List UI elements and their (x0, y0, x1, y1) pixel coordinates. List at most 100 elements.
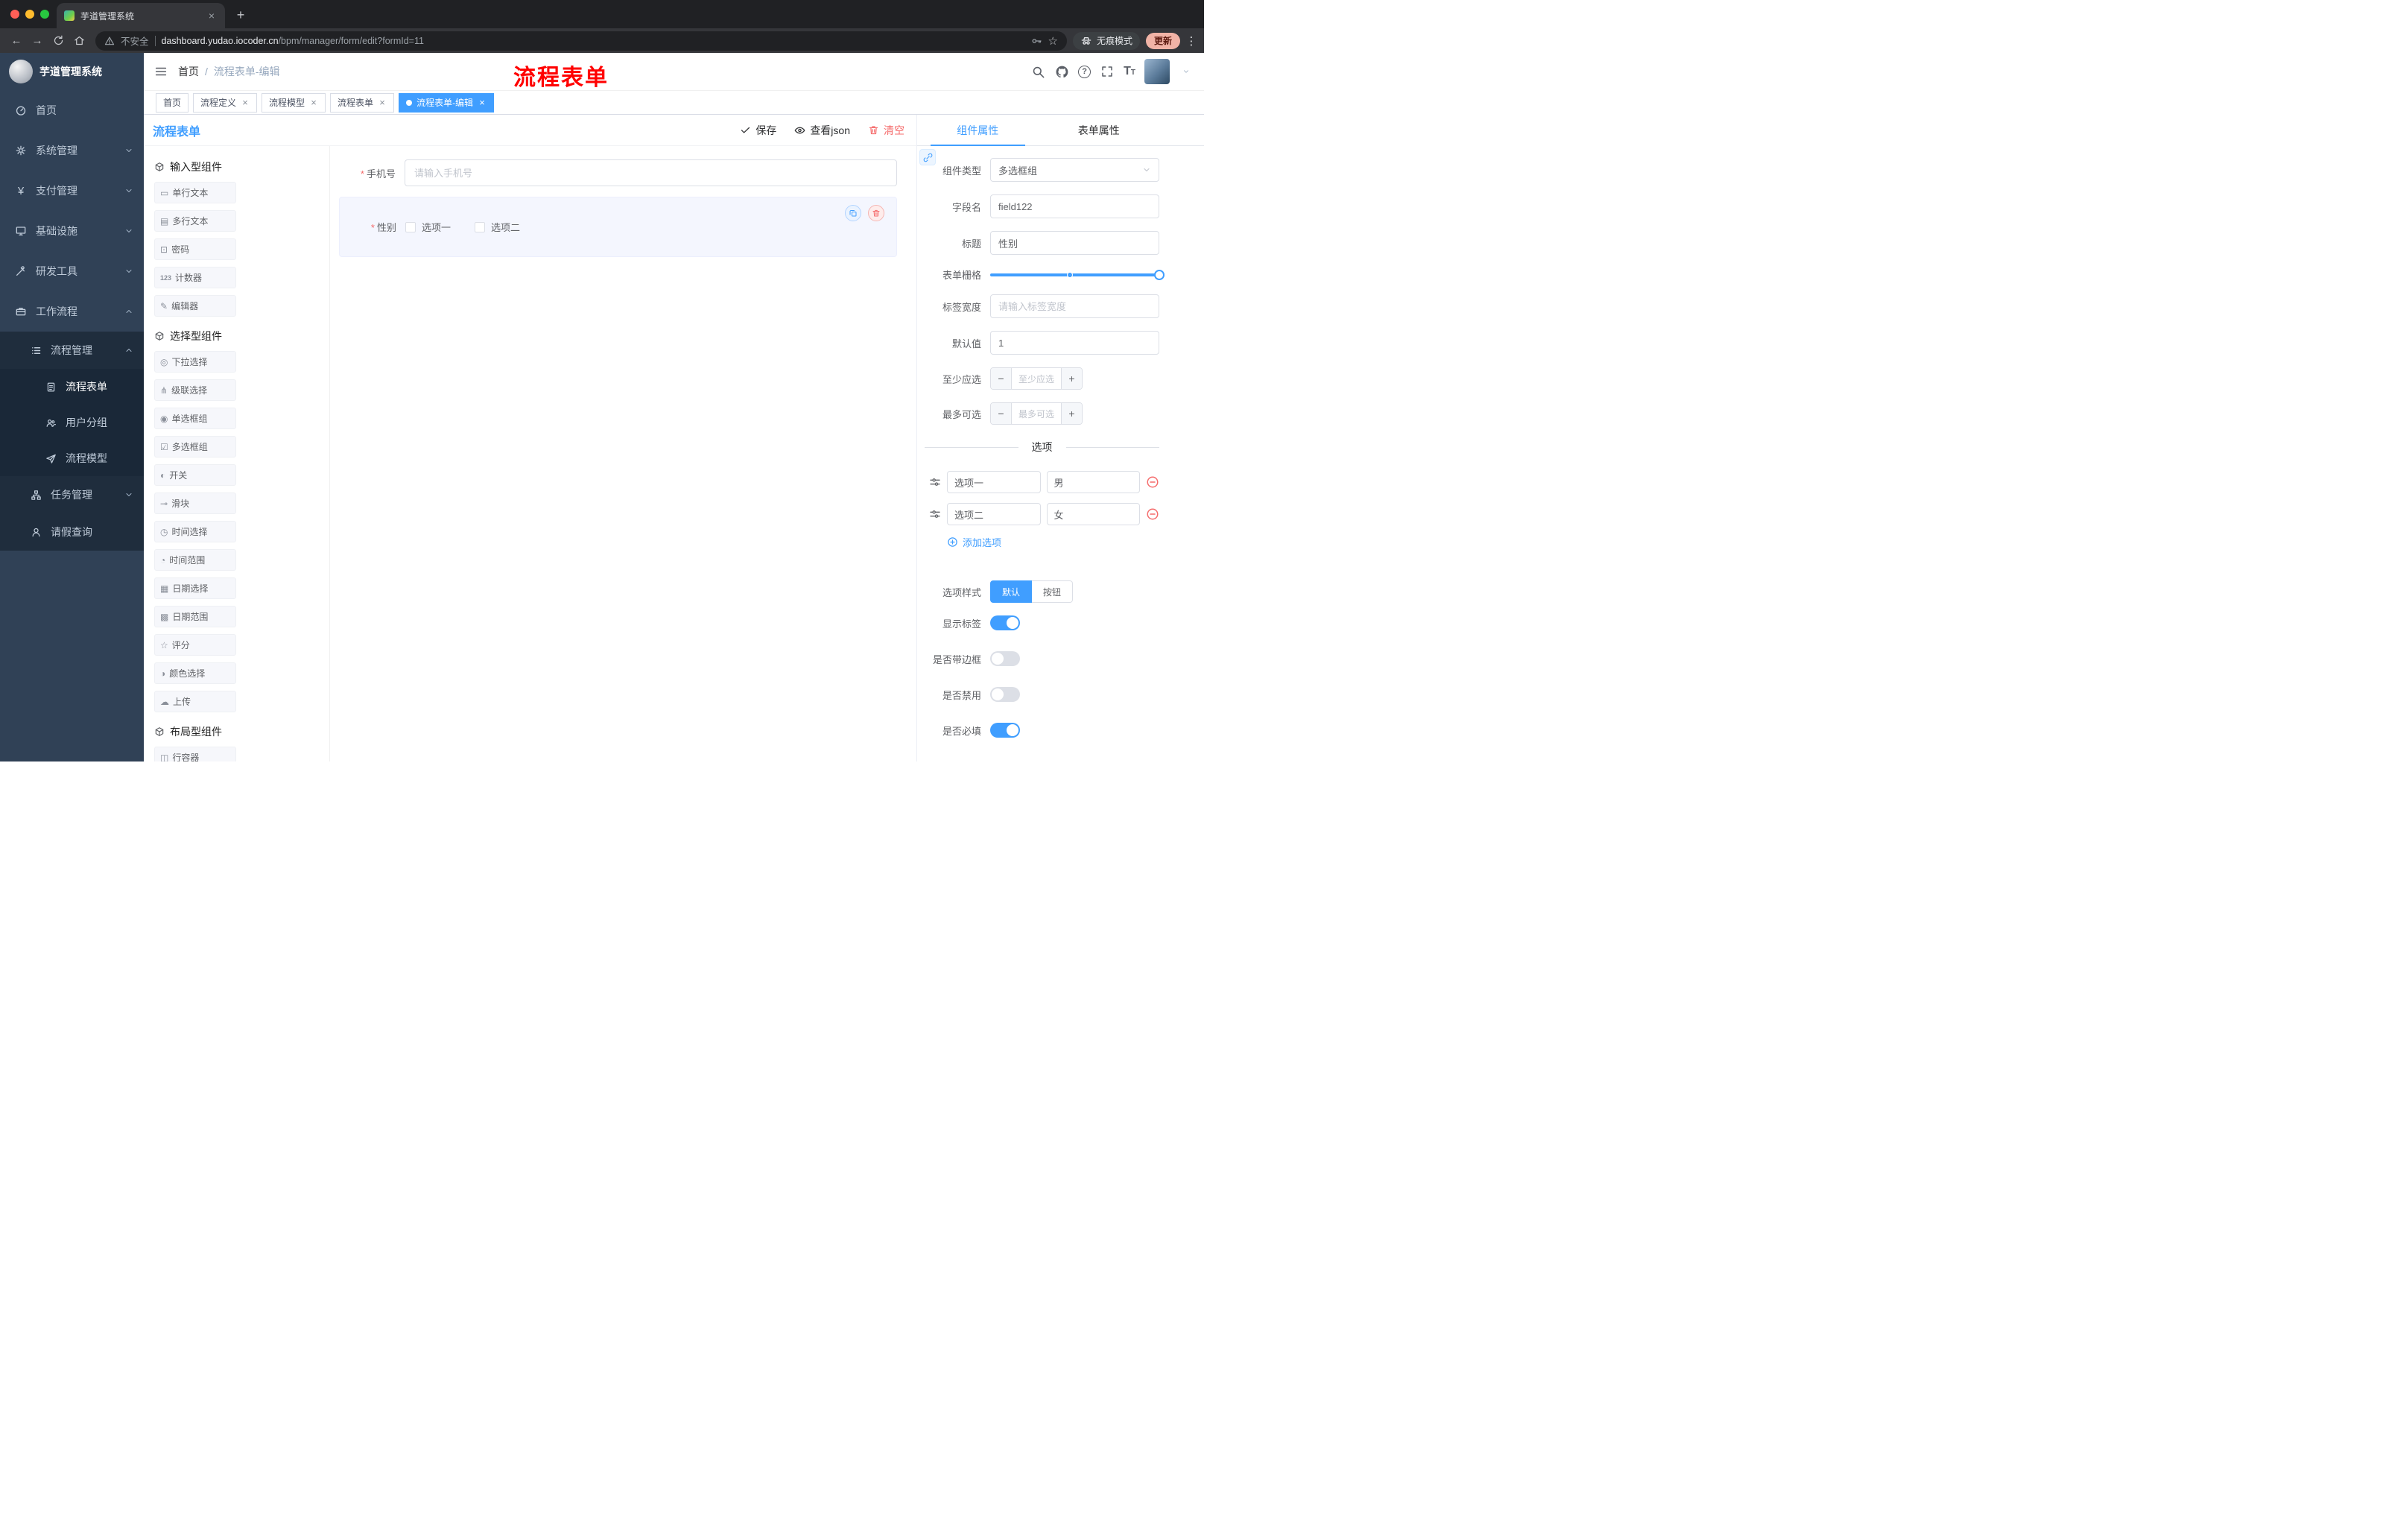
sidebar-item-system[interactable]: 系统管理 (0, 130, 144, 171)
disabled-toggle[interactable] (990, 687, 1020, 702)
component-radio-group[interactable]: ◉ 单选框组 (154, 408, 236, 429)
browser-tab[interactable]: 芋道管理系统 × (57, 3, 225, 28)
password-key-icon[interactable] (1030, 35, 1042, 47)
sidebar-logo[interactable]: 芋道管理系统 (0, 53, 144, 90)
user-avatar[interactable] (1144, 59, 1170, 84)
component-dropdown[interactable]: ◎ 下拉选择 (154, 351, 236, 373)
label-width-input[interactable] (990, 294, 1159, 318)
show-label-toggle[interactable] (990, 615, 1020, 630)
component-rate[interactable]: ☆ 评分 (154, 634, 236, 656)
link-affix-button[interactable] (919, 149, 936, 165)
drag-handle-icon[interactable] (929, 508, 941, 520)
font-size-icon[interactable]: TT (1124, 65, 1135, 78)
sidebar-item-process-form[interactable]: 流程表单 (0, 369, 144, 405)
component-counter[interactable]: 123 计数器 (154, 267, 236, 288)
minimize-window-button[interactable] (25, 10, 34, 19)
component-switch[interactable]: ◐ 开关 (154, 464, 236, 486)
browser-update-button[interactable]: 更新 (1145, 32, 1180, 49)
form-grid-slider[interactable] (990, 269, 1165, 280)
component-type-select[interactable]: 多选框组 (990, 158, 1159, 182)
tag-process-model[interactable]: 流程模型 × (262, 92, 326, 113)
component-slider[interactable]: ⊸ 滑块 (154, 493, 236, 514)
back-button[interactable]: ← (6, 31, 27, 51)
remove-option-icon[interactable] (1146, 507, 1159, 521)
sidebar-item-devtools[interactable]: 研发工具 (0, 251, 144, 291)
selected-component-gender[interactable]: 性别 选项一 选项二 (339, 197, 897, 257)
component-time-range[interactable]: ◔ 时间范围 (154, 549, 236, 571)
sidebar-item-infra[interactable]: 基础设施 (0, 211, 144, 251)
style-button-button[interactable]: 按钮 (1032, 580, 1074, 603)
decrease-button[interactable]: − (991, 368, 1012, 389)
tab-close-icon[interactable]: × (206, 10, 218, 22)
phone-input[interactable] (405, 159, 897, 186)
sidebar-item-home[interactable]: 首页 (0, 90, 144, 130)
slider-handle[interactable] (1154, 269, 1165, 280)
browser-menu-icon[interactable]: ⋮ (1185, 34, 1198, 48)
add-option-button[interactable]: 添加选项 (947, 535, 1159, 549)
default-value-input[interactable] (990, 331, 1159, 355)
search-icon[interactable] (1030, 64, 1045, 79)
github-icon[interactable] (1054, 64, 1069, 79)
help-icon[interactable]: ? (1078, 65, 1091, 78)
component-checkbox-group[interactable]: ☑ 多选框组 (154, 436, 236, 457)
option-2-value-input[interactable] (1046, 503, 1140, 525)
component-date-range[interactable]: ▩ 日期范围 (154, 606, 236, 627)
component-row-container[interactable]: ◫ 行容器 (154, 747, 236, 762)
decrease-button[interactable]: − (991, 403, 1012, 424)
reload-button[interactable] (48, 31, 69, 51)
save-button[interactable]: 保存 (740, 123, 776, 138)
fullscreen-icon[interactable] (1100, 64, 1115, 79)
zoom-window-button[interactable] (40, 10, 49, 19)
sidebar-item-process-model[interactable]: 流程模型 (0, 440, 144, 476)
min-select-value[interactable]: 至少应选 (1012, 368, 1061, 389)
collapse-sidebar-icon[interactable] (144, 53, 178, 90)
with-border-toggle[interactable] (990, 651, 1020, 666)
required-toggle[interactable] (990, 723, 1020, 738)
title-input[interactable] (990, 231, 1159, 255)
close-tag-icon[interactable]: × (478, 97, 487, 108)
gender-option-2-checkbox[interactable]: 选项二 (475, 220, 520, 234)
new-tab-button[interactable]: + (231, 5, 250, 25)
increase-button[interactable]: + (1061, 403, 1082, 424)
tag-process-definition[interactable]: 流程定义 × (193, 92, 258, 113)
component-multi-text[interactable]: ▤ 多行文本 (154, 210, 236, 232)
option-1-name-input[interactable] (947, 471, 1041, 493)
sidebar-item-user-group[interactable]: 用户分组 (0, 405, 144, 440)
close-tag-icon[interactable]: × (241, 97, 250, 108)
sidebar-item-payment[interactable]: ¥ 支付管理 (0, 171, 144, 211)
remove-option-icon[interactable] (1146, 475, 1159, 489)
forward-button[interactable]: → (27, 31, 48, 51)
component-single-text[interactable]: ▭ 单行文本 (154, 182, 236, 203)
close-window-button[interactable] (10, 10, 19, 19)
style-default-button[interactable]: 默认 (990, 580, 1033, 603)
sidebar-item-process-mgmt[interactable]: 流程管理 (0, 332, 144, 369)
close-tag-icon[interactable]: × (309, 97, 318, 108)
gender-option-1-checkbox[interactable]: 选项一 (405, 220, 451, 234)
sidebar-item-leave-query[interactable]: 请假查询 (0, 513, 144, 551)
max-select-value[interactable]: 最多可选 (1012, 403, 1061, 424)
component-time-picker[interactable]: ◷ 时间选择 (154, 521, 236, 542)
tab-form-props[interactable]: 表单属性 (1039, 115, 1160, 145)
breadcrumb-home[interactable]: 首页 (178, 64, 199, 79)
component-date-picker[interactable]: ▦ 日期选择 (154, 577, 236, 599)
tag-process-form-edit[interactable]: 流程表单-编辑 × (399, 92, 495, 113)
copy-component-button[interactable] (845, 205, 861, 221)
sidebar-item-task-mgmt[interactable]: 任务管理 (0, 476, 144, 513)
drag-handle-icon[interactable] (929, 476, 941, 488)
option-1-value-input[interactable] (1046, 471, 1140, 493)
sidebar-item-workflow[interactable]: 工作流程 (0, 291, 144, 332)
close-tag-icon[interactable]: × (378, 97, 387, 108)
view-json-button[interactable]: 查看json (794, 123, 850, 138)
component-upload[interactable]: ☁ 上传 (154, 691, 236, 712)
bookmark-star-icon[interactable]: ☆ (1048, 34, 1058, 48)
phone-field-row[interactable]: 手机号 (339, 159, 897, 186)
tab-component-props[interactable]: 组件属性 (917, 115, 1039, 146)
tag-process-form[interactable]: 流程表单 × (330, 92, 395, 113)
avatar-caret-icon[interactable] (1179, 64, 1194, 79)
component-password[interactable]: ⊡ 密码 (154, 238, 236, 260)
address-bar[interactable]: 不安全 dashboard.yudao.iocoder.cn/bpm/manag… (95, 31, 1067, 51)
delete-component-button[interactable] (868, 205, 884, 221)
tag-home[interactable]: 首页 (156, 92, 189, 113)
component-editor[interactable]: ✎ 编辑器 (154, 295, 236, 317)
field-name-input[interactable] (990, 194, 1159, 218)
